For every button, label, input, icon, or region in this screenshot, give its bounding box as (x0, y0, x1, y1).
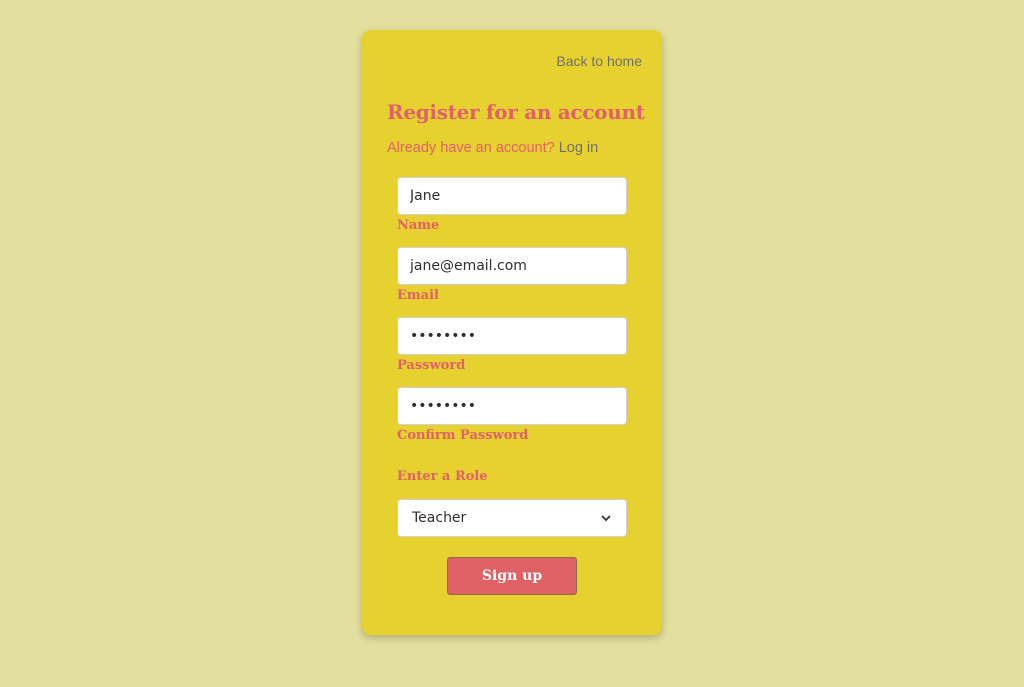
back-to-home-link[interactable]: Back to home (556, 53, 642, 69)
email-input[interactable] (397, 247, 627, 285)
password-input[interactable] (397, 317, 627, 355)
name-label: Name (397, 218, 440, 233)
name-field-group: Name (397, 177, 627, 233)
login-prompt-text: Already have an account? (387, 140, 555, 156)
confirm-password-field-group: Confirm Password (397, 387, 627, 443)
page-title: Register for an account (387, 100, 645, 124)
role-label: Enter a Role (397, 469, 488, 484)
chevron-down-icon (600, 512, 612, 524)
password-field-group: Password (397, 317, 627, 373)
email-field-group: Email (397, 247, 627, 303)
email-label: Email (397, 288, 439, 303)
role-select-value: Teacher (412, 510, 467, 526)
sign-up-button[interactable]: Sign up (447, 557, 577, 595)
confirm-password-input[interactable] (397, 387, 627, 425)
name-input[interactable] (397, 177, 627, 215)
login-link[interactable]: Log in (559, 140, 599, 156)
login-prompt: Already have an account? Log in (387, 140, 598, 156)
register-card: Back to home Register for an account Alr… (362, 30, 662, 635)
password-label: Password (397, 358, 466, 373)
confirm-password-label: Confirm Password (397, 428, 529, 443)
role-select[interactable]: Teacher (397, 499, 627, 537)
